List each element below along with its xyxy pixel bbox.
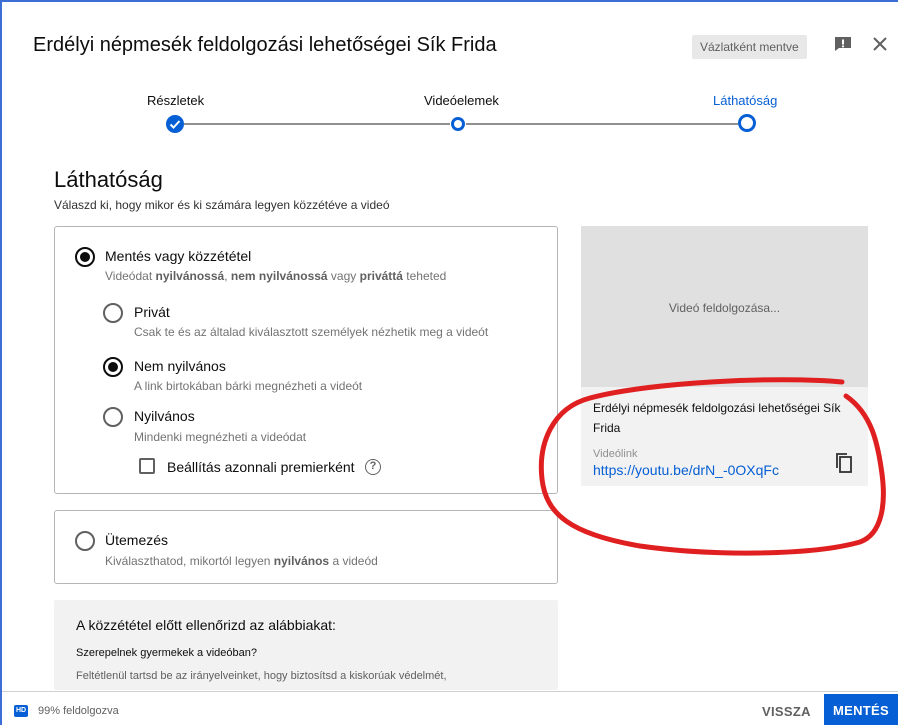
video-link-url[interactable]: https://youtu.be/drN_-0OXqFc (593, 462, 779, 478)
checks-desc: Feltétlenül tartsd be az irányelveinket,… (76, 670, 447, 682)
processing-text: Videó feldolgozása... (668, 301, 781, 315)
private-desc: Csak te és az általad kiválasztott szemé… (134, 325, 489, 339)
pre-publish-checks: A közzététel előtt ellenőrizd az alábbia… (54, 600, 558, 690)
private-label: Privát (134, 304, 170, 320)
save-publish-box: Mentés vagy közzététel Videódat nyilváno… (54, 226, 558, 494)
checks-title: A közzététel előtt ellenőrizd az alábbia… (76, 617, 336, 633)
upload-dialog: Erdélyi népmesék feldolgozási lehetősége… (0, 0, 898, 725)
processing-progress: 99% feldolgozva (38, 705, 119, 717)
help-icon[interactable]: ? (365, 459, 381, 475)
hd-icon: HD (14, 705, 28, 717)
schedule-desc: Kiválaszthatod, mikortól legyen nyilváno… (105, 554, 378, 568)
draft-saved-badge: Vázlatként mentve (692, 35, 807, 59)
save-publish-desc: Videódat nyilvánossá, nem nyilvánossá va… (105, 269, 447, 283)
unlisted-radio[interactable] (103, 357, 123, 377)
schedule-label: Ütemezés (105, 532, 169, 548)
public-radio[interactable] (103, 407, 123, 427)
public-desc: Mindenki megnézheti a videódat (134, 430, 307, 444)
step-pending-dot-icon[interactable] (450, 116, 466, 132)
video-thumbnail: Videó feldolgozása... (581, 226, 868, 387)
step-current-dot-icon[interactable] (737, 113, 757, 133)
premiere-label: Beállítás azonnali premierként (167, 459, 355, 475)
checks-question: Szerepelnek gyermekek a videóban? (76, 647, 258, 659)
dialog-footer: HD 99% feldolgozva VISSZA MENTÉS (2, 691, 898, 725)
back-button[interactable]: VISSZA (752, 699, 821, 725)
step-connector (466, 123, 738, 125)
step-elements-label[interactable]: Videóelemek (424, 93, 499, 108)
save-publish-label: Mentés vagy közzététel (105, 248, 252, 264)
save-button[interactable]: MENTÉS (824, 694, 898, 725)
video-link-label: Videólink (593, 448, 638, 460)
visibility-subtitle: Válaszd ki, hogy mikor és ki számára leg… (54, 198, 390, 212)
close-icon[interactable] (870, 34, 890, 54)
copy-icon[interactable] (835, 452, 853, 474)
step-details-label[interactable]: Részletek (147, 93, 204, 108)
unlisted-desc: A link birtokában bárki megnézheti a vid… (134, 379, 363, 393)
unlisted-label: Nem nyilvános (134, 358, 226, 374)
preview-video-title: Erdélyi népmesék feldolgozási lehetősége… (593, 401, 841, 435)
feedback-icon[interactable] (834, 36, 852, 52)
step-visibility-label[interactable]: Láthatóság (713, 93, 777, 108)
step-connector (184, 123, 450, 125)
schedule-radio[interactable] (75, 531, 95, 551)
schedule-box: Ütemezés Kiválaszthatod, mikortól legyen… (54, 510, 558, 584)
visibility-heading: Láthatóság (54, 167, 163, 192)
private-radio[interactable] (103, 303, 123, 323)
save-publish-radio[interactable] (75, 247, 95, 267)
dialog-header: Erdélyi népmesék feldolgozási lehetősége… (2, 2, 898, 88)
video-preview-card: Videó feldolgozása... Erdélyi népmesék f… (581, 226, 868, 486)
step-done-check-icon[interactable] (165, 114, 185, 134)
public-label: Nyilvános (134, 408, 195, 424)
premiere-checkbox[interactable] (139, 458, 155, 474)
video-title: Erdélyi népmesék feldolgozási lehetősége… (33, 34, 497, 56)
